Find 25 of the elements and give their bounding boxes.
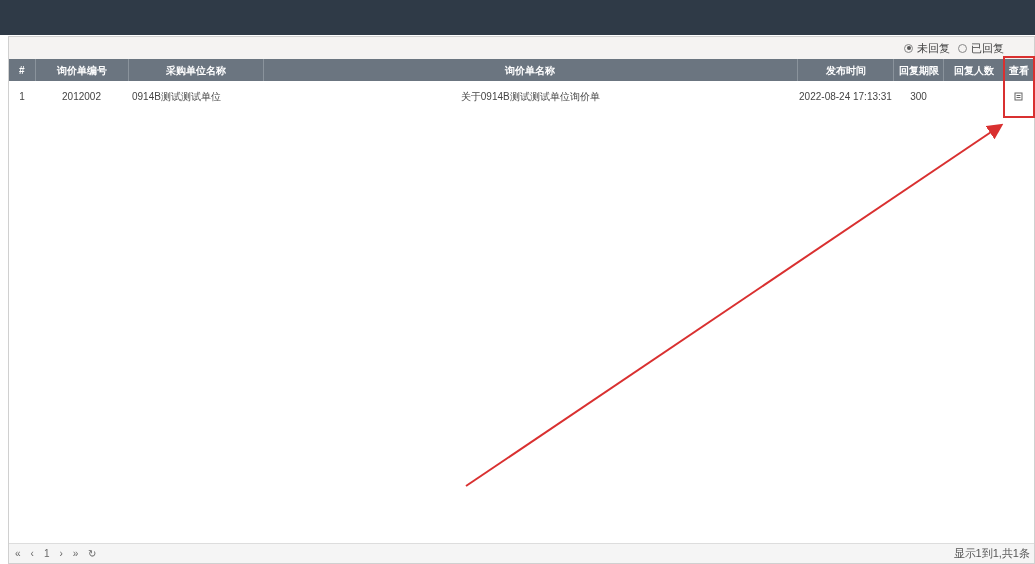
view-icon[interactable] xyxy=(1014,92,1023,102)
table-cell: 关于0914B测试测试单位询价单 xyxy=(460,90,600,102)
radio-option[interactable]: 未回复 xyxy=(904,39,950,57)
pager-button[interactable]: » xyxy=(70,546,81,561)
table-cell: 2022-08-24 17:13:31 xyxy=(799,90,892,102)
column-header: 查看 xyxy=(1003,59,1034,81)
pager-button[interactable]: ‹ xyxy=(28,546,36,561)
pager-button[interactable]: › xyxy=(57,546,65,561)
column-header: 询价单名称 xyxy=(263,59,798,81)
page-summary: 显示1到1,共1条 xyxy=(953,546,1030,562)
column-header: 发布时间 xyxy=(797,59,894,81)
table-cell: 1 xyxy=(19,90,25,102)
column-header: 采购单位名称 xyxy=(128,59,263,81)
column-header: 回复人数 xyxy=(943,59,1004,81)
column-header: 回复期限 xyxy=(893,59,944,81)
pager-button[interactable]: « xyxy=(13,546,23,561)
pager-button[interactable]: 1 xyxy=(41,546,52,561)
column-header: 询价单编号 xyxy=(35,59,128,81)
radio-option[interactable]: 已回复 xyxy=(958,39,1004,57)
pager-button[interactable]: ↻ xyxy=(86,546,99,561)
table-cell: 2012002 xyxy=(62,90,101,102)
table-cell: 300 xyxy=(910,90,927,102)
highlight-box xyxy=(1003,56,1035,118)
column-header: # xyxy=(9,59,35,81)
table-cell: 0914B测试测试单位 xyxy=(132,90,221,102)
